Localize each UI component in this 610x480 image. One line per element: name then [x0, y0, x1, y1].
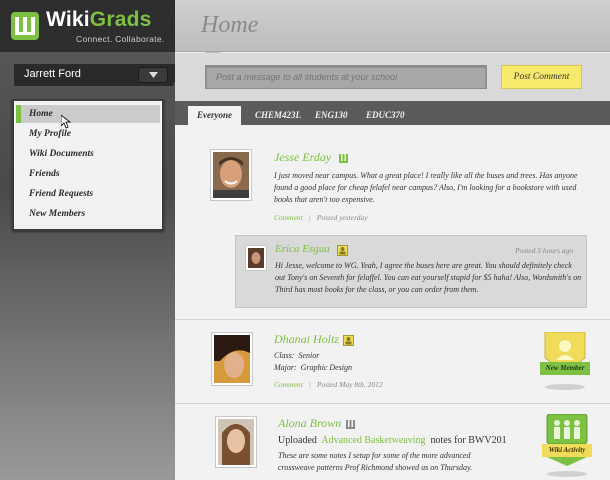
brand-name: WikiGrads: [46, 8, 152, 31]
user-menu[interactable]: Jarrett Ford: [14, 64, 180, 86]
wikigrads-logo-icon[interactable]: [11, 12, 39, 40]
avatar-photo: [218, 419, 254, 465]
major-label: Major:: [274, 363, 297, 372]
class-label: Class:: [274, 351, 295, 360]
wikigrads-member-icon: [339, 154, 348, 163]
avatar[interactable]: [215, 416, 257, 468]
nav-item-my-profile[interactable]: My Profile: [16, 125, 160, 143]
new-member-label: New Member: [545, 364, 585, 372]
main-nav: Home My Profile Wiki Documents Friends F…: [12, 99, 164, 231]
member-class: Class: Senior: [274, 350, 319, 362]
wikigrads-member-icon: [346, 420, 355, 429]
post-author[interactable]: Dhanai Holtz: [274, 332, 339, 347]
post-comment-button[interactable]: Post Comment: [501, 65, 582, 89]
nav-item-friends[interactable]: Friends: [16, 165, 160, 183]
avatar-photo: [213, 152, 249, 198]
main-header: Home: [175, 0, 610, 52]
comment-link[interactable]: Comment: [274, 213, 303, 222]
logo-bar: WikiGrads Connect. Collaborate.: [0, 0, 175, 52]
member-major: Major: Graphic Design: [274, 362, 352, 374]
avatar-photo: [214, 335, 250, 383]
brand-tagline: Connect. Collaborate.: [76, 34, 165, 44]
upload-line: Uploaded Advanced Basketweaving notes fo…: [278, 435, 507, 446]
feed-post: Dhanai Holtz Class: Senior Major: Graphi…: [175, 320, 610, 404]
yellow-member-icon: [343, 335, 354, 346]
tab-everyone[interactable]: Everyone: [188, 106, 241, 125]
upload-prefix: Uploaded: [278, 435, 317, 446]
feed-post: Alona Brown Uploaded Advanced Basketweav…: [175, 404, 610, 480]
chevron-down-icon[interactable]: [138, 67, 168, 83]
wiki-activity-label: Wiki Activity: [548, 446, 586, 454]
new-member-badge: New Member: [540, 331, 590, 392]
wiki-activity-badge: Wiki Activity: [542, 413, 592, 478]
avatar[interactable]: [245, 245, 267, 271]
yellow-member-icon: [337, 245, 348, 256]
new-member-badge-icon: [540, 331, 590, 390]
nav-item-wiki-documents[interactable]: Wiki Documents: [16, 145, 160, 163]
post-timestamp: Posted May 8th. 2012: [316, 380, 383, 389]
post-author[interactable]: Alona Brown: [278, 416, 341, 431]
reply-timestamp: Posted 5 hours ago: [515, 246, 574, 255]
page-title: Home: [201, 12, 259, 38]
activity-feed: Jesse Erday I just moved near campus. Wh…: [175, 125, 610, 480]
reply-comment: Erica Esgua Posted 5 hours ago Hi Jesse,…: [235, 235, 587, 308]
post-meta: Comment | Posted yesterday: [274, 213, 368, 222]
comment-link[interactable]: Comment: [274, 380, 303, 389]
meta-separator: |: [308, 380, 311, 389]
main-content: Home Post Comment Everyone CHEM423L ENG1…: [175, 0, 610, 480]
post-timestamp: Posted yesterday: [316, 213, 368, 222]
avatar-photo: [248, 248, 264, 268]
major-value: Graphic Design: [300, 363, 352, 372]
feed-post: Jesse Erday I just moved near campus. Wh…: [175, 125, 610, 320]
nav-item-home[interactable]: Home: [16, 105, 160, 129]
meta-separator: |: [308, 213, 311, 222]
nav-item-label: Home: [29, 109, 53, 119]
avatar[interactable]: [210, 149, 252, 201]
post-author[interactable]: Jesse Erday: [274, 150, 331, 165]
nav-item-new-members[interactable]: New Members: [16, 205, 160, 223]
reply-author[interactable]: Erica Esgua: [275, 243, 330, 255]
post-body: I just moved near campus. What a great p…: [274, 171, 578, 204]
post-message-input[interactable]: [205, 65, 487, 89]
user-name: Jarrett Ford: [24, 68, 81, 80]
avatar[interactable]: [211, 332, 253, 386]
upload-suffix: notes for BWV201: [430, 435, 507, 446]
reply-body: Hi Jesse, welcome to WG. Yeah, I agree t…: [275, 261, 582, 294]
document-link[interactable]: Advanced Basketweaving: [321, 435, 425, 446]
tab-educ370[interactable]: EDUC370: [366, 106, 405, 125]
tab-bar: Everyone CHEM423L ENG130 EDUC370: [175, 101, 610, 125]
post-composer: Post Comment: [175, 53, 610, 101]
post-meta: Comment | Posted May 8th. 2012: [274, 380, 383, 389]
tab-chem423l[interactable]: CHEM423L: [255, 106, 301, 125]
sidebar: WikiGrads Connect. Collaborate. Jarrett …: [0, 0, 180, 480]
tab-eng130[interactable]: ENG130: [315, 106, 348, 125]
class-value: Senior: [298, 351, 320, 360]
post-body: These are some notes I setup for some of…: [278, 451, 473, 472]
nav-item-friend-requests[interactable]: Friend Requests: [16, 185, 160, 203]
